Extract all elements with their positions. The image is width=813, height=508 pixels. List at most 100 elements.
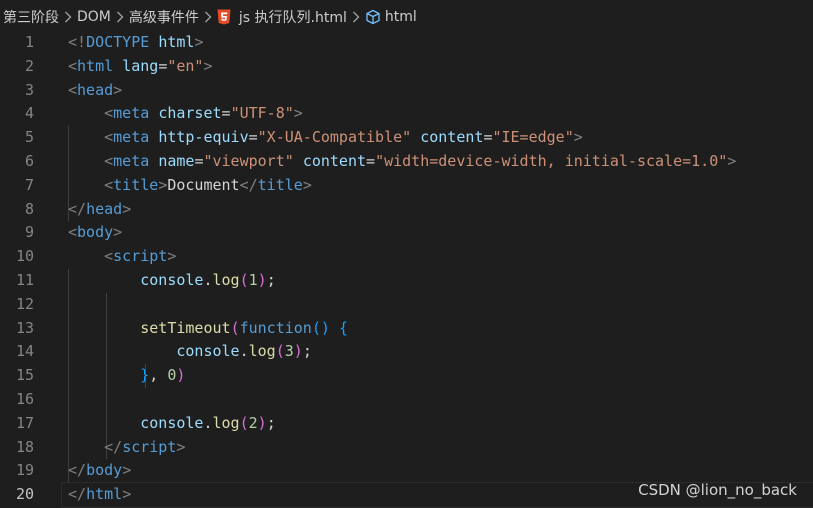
line-number-gutter[interactable]: 1 2 3 4 5 6 7 8 9 10 11 12 13 14 15 16 17 18 19 20 [0, 31, 60, 507]
code-token: head [77, 80, 114, 99]
code-token: function [239, 318, 312, 337]
code-token: "en" [167, 56, 204, 75]
line-number[interactable]: 10 [0, 245, 60, 269]
code-token: > [203, 56, 213, 75]
code-token: </ [68, 199, 87, 218]
breadcrumb-label: DOM [77, 9, 111, 25]
code-token: "width=device-width, initial-scale=1.0" [375, 151, 728, 170]
code-line[interactable]: <title>Document</title> [68, 174, 813, 198]
chevron-right-icon [349, 11, 363, 23]
code-token: log [248, 342, 276, 361]
code-line[interactable]: console.log(1); [68, 269, 813, 293]
code-token: > [167, 247, 177, 266]
code-line[interactable]: </body> [68, 459, 813, 483]
line-number[interactable]: 7 [0, 174, 60, 198]
code-line[interactable]: <script> [68, 245, 813, 269]
code-line[interactable]: }, 0) [68, 364, 813, 388]
code-token: meta [113, 104, 150, 123]
line-number[interactable]: 9 [0, 221, 60, 245]
code-token: "IE=edge" [492, 128, 574, 147]
breadcrumb-label: 第三阶段 [3, 10, 59, 26]
breadcrumb-folder-advanced-events[interactable]: 高级事件件 [129, 7, 199, 27]
line-number[interactable]: 19 [0, 459, 60, 483]
code-token: < [104, 175, 114, 194]
code-area[interactable]: <!DOCTYPE html> <html lang="en"> <head> <m… [61, 31, 813, 508]
code-line[interactable]: <head> [68, 79, 813, 103]
code-token: 3 [284, 342, 294, 361]
line-number[interactable]: 13 [0, 317, 60, 341]
code-line[interactable]: <body> [68, 221, 813, 245]
code-token: () [311, 318, 330, 337]
code-token: { [338, 318, 348, 337]
code-token: title [113, 175, 159, 194]
line-number[interactable]: 1 [0, 31, 60, 55]
line-number[interactable]: 8 [0, 198, 60, 222]
code-token: 1 [248, 270, 258, 289]
code-token: < [104, 128, 114, 147]
line-number[interactable]: 5 [0, 126, 60, 150]
code-token: ( [275, 342, 285, 361]
breadcrumb-folder-stage3[interactable]: 第三阶段 [3, 7, 59, 27]
line-number[interactable]: 4 [0, 102, 60, 126]
breadcrumb-label: 高级事件件 [128, 10, 199, 26]
code-line[interactable]: console.log(2); [68, 412, 813, 436]
line-number[interactable]: 3 [0, 79, 60, 103]
line-number[interactable]: 12 [0, 293, 60, 317]
line-number[interactable]: 16 [0, 388, 60, 412]
code-line[interactable]: </script> [68, 436, 813, 460]
line-number[interactable]: 18 [0, 436, 60, 460]
watermark: CSDN @lion_no_back [638, 481, 797, 499]
code-token: > [122, 199, 132, 218]
code-token: ) [293, 342, 303, 361]
code-token: . [203, 413, 213, 432]
code-token: ; [266, 413, 276, 432]
code-token: < [68, 56, 78, 75]
code-token: ; [266, 270, 276, 289]
code-token: . [239, 342, 249, 361]
line-number[interactable]: 15 [0, 364, 60, 388]
code-line[interactable]: <meta charset="UTF-8"> [68, 102, 813, 126]
code-line[interactable]: <meta name="viewport" content="width=dev… [68, 150, 813, 174]
code-line[interactable]: console.log(3); [68, 340, 813, 364]
code-token: } [140, 366, 150, 385]
code-token: ( [230, 318, 240, 337]
code-token: < [104, 104, 114, 123]
code-line[interactable]: <!DOCTYPE html> [68, 31, 813, 55]
code-line[interactable]: setTimeout(function() { [68, 317, 813, 341]
code-line[interactable] [68, 388, 813, 412]
code-token: html [86, 485, 123, 504]
code-line[interactable] [68, 293, 813, 317]
breadcrumb-symbol-html[interactable]: html [365, 9, 417, 25]
code-line[interactable]: <html lang="en"> [68, 55, 813, 79]
line-number[interactable]: 14 [0, 340, 60, 364]
breadcrumb-folder-dom[interactable]: DOM [77, 9, 111, 25]
code-token: < [68, 80, 78, 99]
line-number[interactable]: 20 [0, 483, 60, 507]
code-token: ; [302, 342, 312, 361]
code-editor[interactable]: 1 2 3 4 5 6 7 8 9 10 11 12 13 14 15 16 17 18 19 20 <!DOCTYP… [0, 31, 813, 508]
code-token: > [122, 485, 132, 504]
code-token: < [104, 247, 114, 266]
code-token: = [221, 104, 231, 123]
breadcrumb-file[interactable]: js 执行队列.html [217, 7, 347, 27]
code-line[interactable]: <meta http-equiv="X-UA-Compatible" conte… [68, 126, 813, 150]
chevron-right-icon [61, 11, 75, 23]
code-token: , [149, 366, 168, 385]
line-number[interactable]: 6 [0, 150, 60, 174]
line-number[interactable]: 11 [0, 269, 60, 293]
code-token: body [77, 223, 114, 242]
code-token: ( [239, 270, 249, 289]
code-token: </ [68, 461, 87, 480]
code-line[interactable]: </head> [68, 198, 813, 222]
line-number[interactable]: 2 [0, 55, 60, 79]
line-number[interactable]: 17 [0, 412, 60, 436]
code-token: </ [239, 175, 258, 194]
